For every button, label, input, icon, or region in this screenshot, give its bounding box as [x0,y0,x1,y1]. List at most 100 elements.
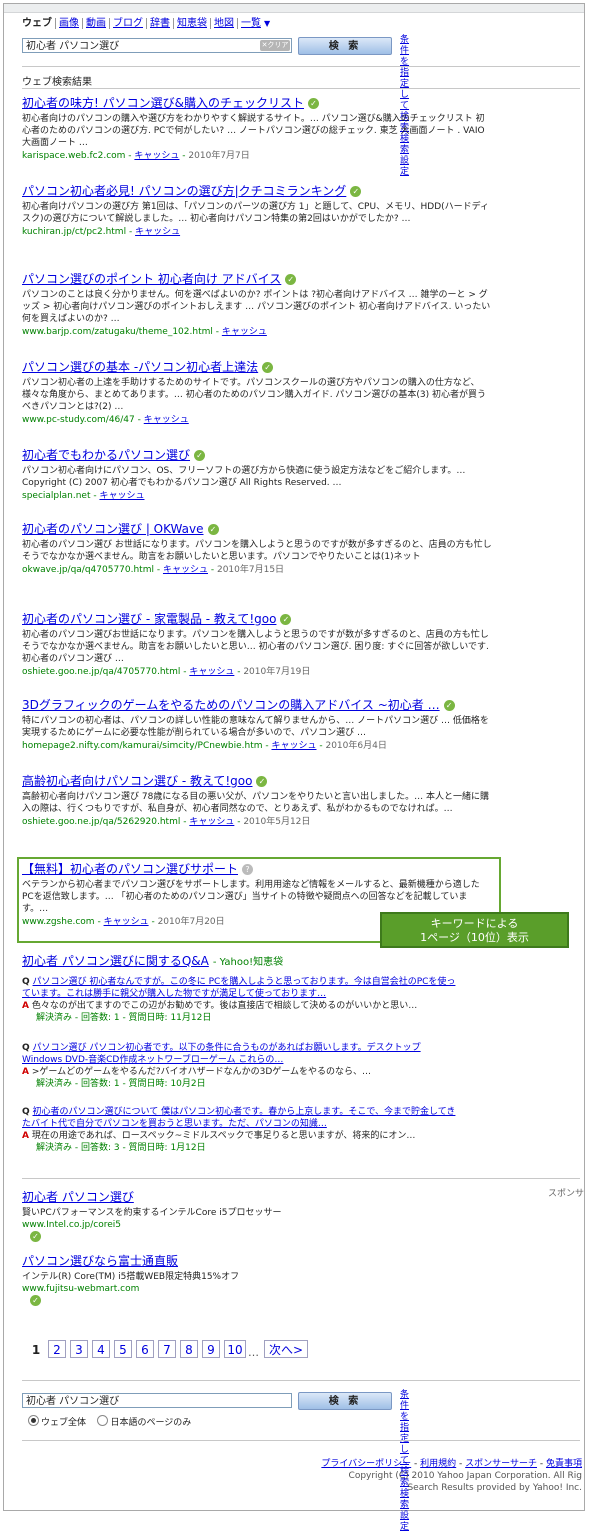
page-link[interactable]: 9 [202,1340,220,1358]
result-title-link[interactable]: パソコン初心者必見! パソコンの選び方|クチコミランキング [22,184,346,198]
tab-map[interactable]: 地図 [210,18,237,29]
page-current: 1 [28,1340,44,1358]
result-snippet: パソコン初心者向けにパソコン、OS、フリーソフトの選び方から快適に使う設定方法な… [22,466,466,488]
question-mark-icon: Q [22,977,30,987]
result-snippet: 初心者のパソコン選びお世話になります。パソコンを購入しようと思うのですが数が多す… [22,630,489,664]
footer-link-sponsored[interactable]: スポンサーサーチ [465,1459,537,1469]
callout-line: 1ページ（10位）表示 [420,931,529,944]
ad-title-link[interactable]: パソコン選びなら富士通直販 [22,1252,382,1269]
qa-question-link[interactable]: パソコン選び パソコン初心者です。以下の条件に合うものがあればお願いします。デス… [22,1043,421,1065]
next-page-button[interactable]: 次へ> [264,1340,308,1358]
page-link[interactable]: 5 [114,1340,132,1358]
footer-search-input[interactable]: 初心者 パソコン選び [22,1393,292,1408]
result-date: 2010年5月12日 [243,817,311,827]
question-mark-icon: Q [22,1107,30,1117]
qa-answer: 色々なのが出てますのでこの辺がお勧めです。後は直接店で相談して決めるのがいいかと… [31,1001,418,1011]
ad-url: www.Intel.co.jp/corei5 [22,1220,122,1230]
tab-images[interactable]: 画像 [55,18,82,29]
result-url: www.zgshe.com [22,917,95,927]
search-button[interactable]: 検 索 [298,37,392,55]
result-title-link[interactable]: 初心者の味方! パソコン選び&購入のチェックリスト [22,96,304,110]
tab-web[interactable]: ウェブ [22,18,55,29]
result-title-link[interactable]: 【無料】初心者のパソコン選びサポート [22,862,238,876]
result-date: 2010年7月15日 [216,565,285,575]
cache-link[interactable]: キャッシュ [163,565,208,575]
verified-icon: ✓ [194,450,206,461]
cache-link[interactable]: キャッシュ [135,227,180,237]
result-item: パソコン選びの基本 -パソコン初心者上達法 ✓ パソコン初心者の上達を手助けするた… [22,360,492,426]
verified-icon: ✓ [30,1295,41,1306]
result-date: 2010年6月4日 [325,741,387,751]
result-title-link[interactable]: 初心者でもわかるパソコン選び [22,448,190,462]
cache-link[interactable]: キャッシュ [144,415,189,425]
result-title-link[interactable]: 初心者のパソコン選び | OKWave [22,522,204,536]
ad-title-link[interactable]: 初心者 パソコン選び [22,1188,382,1205]
verified-icon: ✓ [285,274,297,285]
tab-chiebukuro[interactable]: 知恵袋 [173,18,210,29]
tab-list[interactable]: 一覧 [237,18,264,29]
sponsored-ad: パソコン選びなら富士通直販 インテル(R) Core(TM) i5搭載WEB限定… [22,1252,382,1307]
page-link[interactable]: 3 [70,1340,88,1358]
tab-video[interactable]: 動画 [82,18,109,29]
cache-link[interactable]: キャッシュ [99,491,144,501]
footer-search-button[interactable]: 検 索 [298,1392,392,1410]
callout-line: キーワードによる [430,917,519,930]
result-title-link[interactable]: 初心者のパソコン選び - 家電製品 - 教えて!goo [22,612,276,626]
result-item: パソコン初心者必見! パソコンの選び方|クチコミランキング ✓ 初心者向けパソコン… [22,184,492,238]
qa-question-link[interactable]: 初心者のパソコン選びについて 僕はパソコン初心者です。春から上京します。そこで、… [22,1107,455,1129]
cache-link[interactable]: キャッシュ [189,667,234,677]
result-date: 2010年7月20日 [157,917,225,927]
divider [22,1440,580,1441]
page-link[interactable]: 2 [48,1340,66,1358]
qa-source: - Yahoo!知恵袋 [212,957,284,968]
qa-answer: 現在の用途であれば、ロースペック~ミドルスペックで事足りると思いますが、将来的に… [31,1131,416,1141]
radio-japanese-only[interactable] [97,1415,109,1426]
page-link[interactable]: 6 [136,1340,154,1358]
cache-link[interactable]: キャッシュ [104,917,149,927]
question-mark-icon: Q [22,1043,30,1053]
footer-link-privacy[interactable]: プライバシーポリシー [321,1459,411,1469]
page-link[interactable]: 4 [92,1340,110,1358]
qa-question-link[interactable]: パソコン選び 初心者なんですが。この冬に PCを購入しようと思っております。今は… [22,977,455,999]
page-link[interactable]: 7 [158,1340,176,1358]
cache-link[interactable]: キャッシュ [222,327,267,337]
result-snippet: 高齢初心者向けパソコン選び 78歳になる目の悪い父が、パソコンをやりたいと言い出… [22,792,489,814]
answer-mark-icon: A [22,1131,29,1141]
result-title-link[interactable]: パソコン選びの基本 -パソコン初心者上達法 [22,360,258,374]
clear-button[interactable]: ✕クリア [260,40,290,51]
result-snippet: パソコン初心者の上達を手助けするためのサイトです。パソコンスクールの選び方やパソ… [22,378,487,412]
cache-link[interactable]: キャッシュ [134,151,179,161]
qa-item: Q パソコン選び パソコン初心者です。以下の条件に合うものがあればお願いします。… [22,1042,462,1090]
provided-by: Search Results provided by Yahoo! Inc. [407,1483,582,1493]
cache-link[interactable]: キャッシュ [189,817,234,827]
qa-answer: >ゲームどのゲームをやるんだ?バイオハザードなんかの3Dゲームをやるのなら、… [31,1067,372,1077]
qa-title-link[interactable]: 初心者 パソコン選び [22,954,134,968]
tab-blog[interactable]: ブログ [109,18,146,29]
footer-link-disclaimer[interactable]: 免責事項 [546,1459,582,1469]
search-input[interactable]: 初心者 パソコン選び [22,38,292,53]
help-icon[interactable]: ? [242,864,254,875]
result-title-link[interactable]: パソコン選びのポイント 初心者向け アドバイス [22,272,281,286]
results-header: ウェブ検索結果 [22,77,92,88]
result-meta: kuchiran.jp/ct/pc2.html - キャッシュ [22,227,181,237]
result-title-link[interactable]: 高齢初心者向けパソコン選び - 教えて!goo [22,774,252,788]
sponsor-label: スポンサ [548,1189,585,1199]
tab-dictionary[interactable]: 辞書 [146,18,173,29]
search-settings-link[interactable]: 検索設定 [400,1489,409,1533]
footer-link-terms[interactable]: 利用規約 [420,1459,456,1469]
result-snippet: 初心者のパソコン選び お世話になります。パソコンを購入しようと思うのですが数が多… [22,540,492,562]
radio-web-all[interactable] [28,1415,39,1426]
result-title-link[interactable]: 3Dグラフィックのゲームをやるためのパソコンの購入アドバイス ~初心者 … [22,698,440,712]
answer-mark-icon: A [22,1067,29,1077]
result-snippet: 初心者向けパソコンの選び方 第1回は、「パソコンのパーツの選び方 1」と題して、… [22,202,490,224]
result-meta: oshiete.goo.ne.jp/qa/4705770.html - キャッシ… [22,667,311,677]
result-url: specialplan.net [22,491,91,501]
chevron-down-icon[interactable]: ▼ [264,19,270,28]
page-link[interactable]: 8 [180,1340,198,1358]
cache-link[interactable]: キャッシュ [271,741,316,751]
qa-title-suffix[interactable]: に関するQ&A [134,954,209,968]
page-link[interactable]: 10 [224,1340,246,1358]
annotation-callout: キーワードによる 1ページ（10位）表示 [380,912,569,948]
qa-item: Q 初心者のパソコン選びについて 僕はパソコン初心者です。春から上京します。そこ… [22,1106,462,1154]
result-meta: homepage2.nifty.com/kamurai/simcity/PCne… [22,741,387,751]
